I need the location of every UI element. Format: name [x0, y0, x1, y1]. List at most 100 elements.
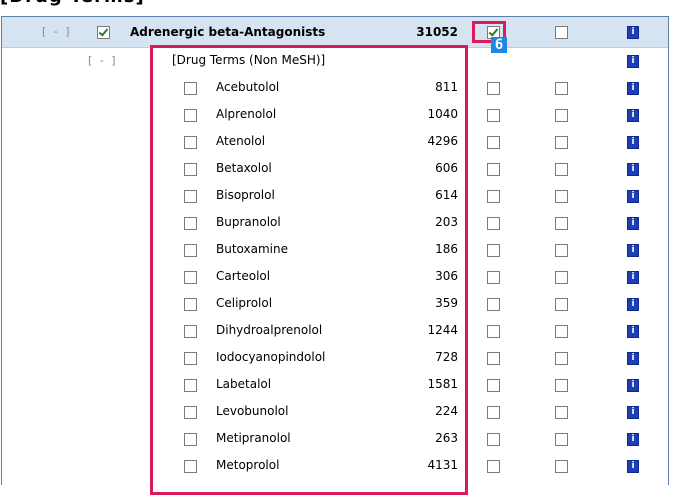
- include-checkbox[interactable]: [487, 460, 500, 473]
- info-icon[interactable]: i: [627, 379, 639, 392]
- drug-row: Metipranolol 263 i: [2, 425, 668, 452]
- info-icon[interactable]: i: [627, 26, 639, 39]
- drug-row: Dihydroalprenolol 1244 i: [2, 317, 668, 344]
- info-icon[interactable]: i: [627, 271, 639, 284]
- exclude-checkbox[interactable]: [555, 190, 568, 203]
- include-checkbox[interactable]: [487, 136, 500, 149]
- drug-count: 614: [435, 188, 458, 202]
- include-checkbox[interactable]: [487, 217, 500, 230]
- select-checkbox[interactable]: [184, 244, 197, 257]
- exclude-checkbox[interactable]: [555, 109, 568, 122]
- collapse-toggle[interactable]: [ - ]: [88, 47, 118, 74]
- section-heading: [Drug Terms]: [0, 0, 145, 8]
- info-icon[interactable]: i: [627, 217, 639, 230]
- info-icon[interactable]: i: [627, 109, 639, 122]
- drug-name: Iodocyanopindolol: [216, 350, 326, 364]
- select-checkbox[interactable]: [184, 298, 197, 311]
- drug-name: Levobunolol: [216, 404, 289, 418]
- exclude-checkbox[interactable]: [555, 136, 568, 149]
- drug-name: Metipranolol: [216, 431, 291, 445]
- select-checkbox[interactable]: [184, 190, 197, 203]
- drug-row: Iodocyanopindolol 728 i: [2, 344, 668, 371]
- term-count: 31052: [416, 25, 458, 39]
- select-checkbox[interactable]: [184, 379, 197, 392]
- select-checkbox[interactable]: [184, 136, 197, 149]
- info-icon[interactable]: i: [627, 136, 639, 149]
- include-checkbox[interactable]: [487, 163, 500, 176]
- drug-row: Bupranolol 203 i: [2, 209, 668, 236]
- select-checkbox[interactable]: [97, 26, 110, 39]
- select-checkbox[interactable]: [184, 406, 197, 419]
- select-checkbox[interactable]: [184, 163, 197, 176]
- info-icon[interactable]: i: [627, 298, 639, 311]
- info-icon[interactable]: i: [627, 433, 639, 446]
- select-checkbox[interactable]: [184, 325, 197, 338]
- exclude-checkbox[interactable]: [555, 406, 568, 419]
- info-icon[interactable]: i: [627, 406, 639, 419]
- select-checkbox[interactable]: [184, 217, 197, 230]
- exclude-checkbox[interactable]: [555, 460, 568, 473]
- select-checkbox[interactable]: [184, 460, 197, 473]
- include-checkbox[interactable]: [487, 433, 500, 446]
- drug-count: 728: [435, 350, 458, 364]
- include-checkbox[interactable]: [487, 82, 500, 95]
- drug-row: Butoxamine 186 i: [2, 236, 668, 263]
- include-checkbox[interactable]: [487, 406, 500, 419]
- exclude-checkbox[interactable]: [555, 325, 568, 338]
- exclude-checkbox[interactable]: [555, 271, 568, 284]
- exclude-checkbox[interactable]: [555, 217, 568, 230]
- info-icon[interactable]: i: [627, 460, 639, 473]
- exclude-checkbox[interactable]: [555, 163, 568, 176]
- info-icon[interactable]: i: [627, 244, 639, 257]
- term-label: Adrenergic beta-Antagonists: [130, 25, 326, 39]
- collapse-toggle[interactable]: [ - ]: [42, 17, 72, 47]
- drug-count: 224: [435, 404, 458, 418]
- exclude-checkbox[interactable]: [555, 26, 568, 39]
- drug-count: 306: [435, 269, 458, 283]
- include-checkbox[interactable]: [487, 325, 500, 338]
- select-checkbox[interactable]: [184, 352, 197, 365]
- exclude-checkbox[interactable]: [555, 82, 568, 95]
- drug-count: 1581: [427, 377, 458, 391]
- parent-term-row: [ - ] Adrenergic beta-Antagonists 31052 …: [2, 17, 668, 48]
- drug-count: 263: [435, 431, 458, 445]
- info-icon[interactable]: i: [627, 55, 639, 68]
- exclude-checkbox[interactable]: [555, 379, 568, 392]
- drug-name: Bisoprolol: [216, 188, 275, 202]
- drug-name: Acebutolol: [216, 80, 280, 94]
- drug-name: Carteolol: [216, 269, 271, 283]
- drug-row: Metoprolol 4131 i: [2, 452, 668, 479]
- include-checkbox[interactable]: [487, 190, 500, 203]
- include-checkbox[interactable]: [487, 298, 500, 311]
- include-checkbox[interactable]: [487, 109, 500, 122]
- select-checkbox[interactable]: [184, 109, 197, 122]
- exclude-checkbox[interactable]: [555, 244, 568, 257]
- info-icon[interactable]: i: [627, 325, 639, 338]
- include-checkbox[interactable]: [487, 271, 500, 284]
- select-checkbox[interactable]: [184, 82, 197, 95]
- info-icon[interactable]: i: [627, 352, 639, 365]
- select-checkbox[interactable]: [184, 271, 197, 284]
- include-checkbox[interactable]: [487, 244, 500, 257]
- exclude-checkbox[interactable]: [555, 298, 568, 311]
- drug-name: Dihydroalprenolol: [216, 323, 323, 337]
- exclude-checkbox[interactable]: [555, 352, 568, 365]
- drug-count: 4131: [427, 458, 458, 472]
- drug-row: Atenolol 4296 i: [2, 128, 668, 155]
- drug-row: Celiprolol 359 i: [2, 290, 668, 317]
- exclude-checkbox[interactable]: [555, 433, 568, 446]
- include-checkbox[interactable]: [487, 352, 500, 365]
- drug-row: Alprenolol 1040 i: [2, 101, 668, 128]
- drug-row: Carteolol 306 i: [2, 263, 668, 290]
- drug-count: 1040: [427, 107, 458, 121]
- info-icon[interactable]: i: [627, 163, 639, 176]
- drug-row: Levobunolol 224 i: [2, 398, 668, 425]
- drug-count: 606: [435, 161, 458, 175]
- info-icon[interactable]: i: [627, 82, 639, 95]
- include-checkbox[interactable]: [487, 379, 500, 392]
- group-row: [ - ] [Drug Terms (Non MeSH)] i: [2, 47, 668, 74]
- info-icon[interactable]: i: [627, 190, 639, 203]
- drug-name: Atenolol: [216, 134, 266, 148]
- select-checkbox[interactable]: [184, 433, 197, 446]
- drug-name: Alprenolol: [216, 107, 277, 121]
